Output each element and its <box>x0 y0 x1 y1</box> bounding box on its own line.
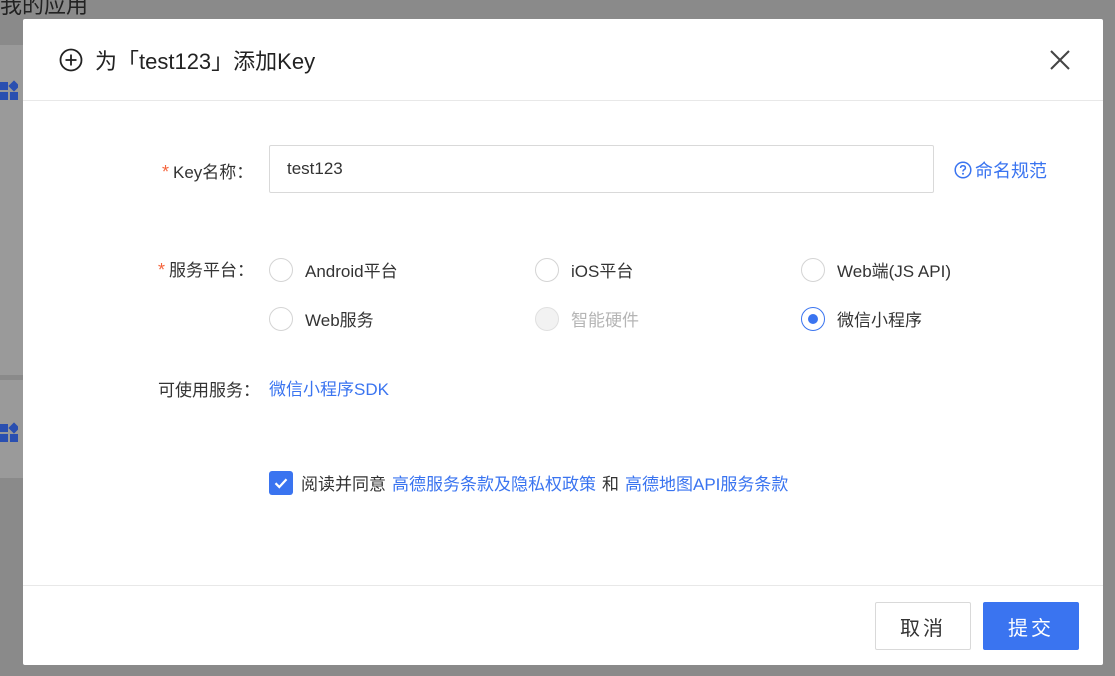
radio-ios[interactable]: iOS平台 <box>535 257 633 282</box>
radio-circle <box>269 306 293 331</box>
required-mark: * <box>162 162 170 182</box>
api-terms-link[interactable]: 高德地图API服务条款 <box>625 470 788 495</box>
agreement-joiner: 和 <box>602 475 619 494</box>
required-mark: * <box>158 260 166 280</box>
dialog-footer: 取消 提交 <box>23 585 1103 665</box>
close-icon[interactable] <box>1047 47 1073 73</box>
radio-circle <box>535 306 559 331</box>
key-name-label-group: * Key名称： <box>162 158 253 183</box>
radio-label: 微信小程序 <box>837 311 922 330</box>
radio-web-service[interactable]: Web服务 <box>269 306 374 331</box>
terms-privacy-link[interactable]: 高德服务条款及隐私权政策 <box>392 470 596 495</box>
cancel-button[interactable]: 取消 <box>875 602 971 650</box>
agreement-checkbox[interactable] <box>269 470 293 495</box>
radio-label: iOS平台 <box>571 262 634 281</box>
naming-rules-link[interactable]: 命名规范 <box>954 157 1047 183</box>
agreement-row: 阅读并同意 高德服务条款及隐私权政策 和 高德地图API服务条款 <box>269 470 788 495</box>
plus-circle-icon <box>59 48 83 72</box>
radio-smart-hardware: 智能硬件 <box>535 306 639 331</box>
app-grid-icon <box>0 422 18 442</box>
agreement-prefix: 阅读并同意 <box>301 475 386 494</box>
app-grid-icon <box>0 80 18 100</box>
dialog-title: 为「test123」添加Key <box>95 48 316 74</box>
key-name-input[interactable] <box>269 145 934 193</box>
submit-button[interactable]: 提交 <box>983 602 1079 650</box>
naming-rules-label: 命名规范 <box>975 161 1047 181</box>
key-name-label: Key名称： <box>173 163 254 182</box>
radio-label: 智能硬件 <box>571 311 639 330</box>
radio-web-js-api[interactable]: Web端(JS API) <box>801 257 951 282</box>
platform-label: 服务平台： <box>169 261 255 280</box>
available-service-label: 可使用服务： <box>158 381 260 400</box>
check-icon <box>274 477 288 489</box>
radio-circle <box>269 257 293 282</box>
radio-circle <box>801 257 825 282</box>
radio-android[interactable]: Android平台 <box>269 257 398 282</box>
radio-label: Web服务 <box>305 311 374 330</box>
available-service-link[interactable]: 微信小程序SDK <box>269 375 389 400</box>
radio-wechat-miniprogram[interactable]: 微信小程序 <box>801 306 922 331</box>
radio-label: Android平台 <box>305 262 398 281</box>
background-page-title: 我的应用 <box>0 0 89 18</box>
radio-circle <box>801 306 825 331</box>
radio-circle <box>535 257 559 282</box>
radio-label: Web端(JS API) <box>837 262 951 281</box>
question-circle-icon <box>954 161 972 179</box>
dialog-header: 为「test123」添加Key <box>23 19 1103 101</box>
add-key-dialog: 为「test123」添加Key *Key名称： 命名规范 *服务平台： Andr… <box>23 19 1103 665</box>
platform-label-group: * 服务平台： <box>158 256 254 281</box>
